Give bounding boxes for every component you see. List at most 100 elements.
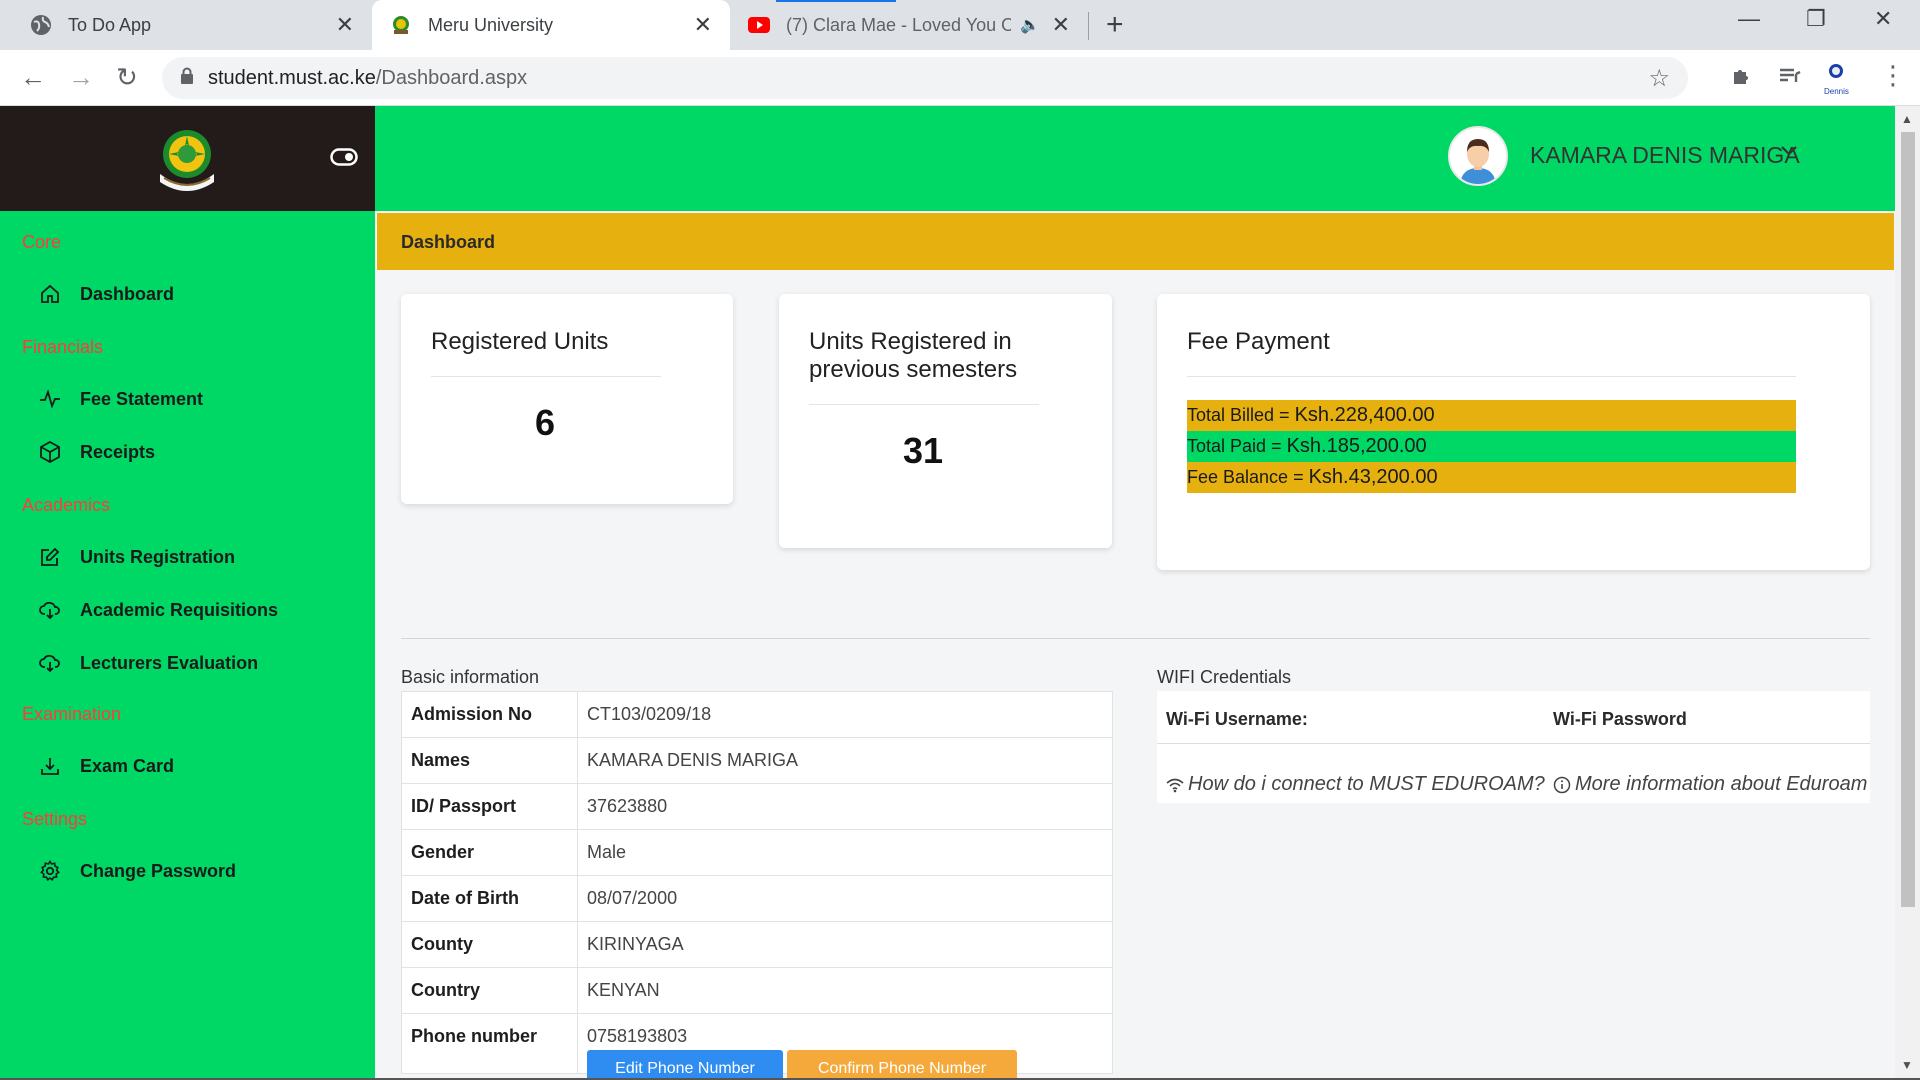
table-row: County KIRINYAGA: [401, 921, 1113, 968]
sidebar-section-academics: Academics: [22, 495, 111, 515]
page-scrollbar[interactable]: ▲ ▼: [1895, 106, 1920, 1080]
tab-youtube[interactable]: (7) Clara Mae - Loved You Or 🔈 ✕: [730, 0, 1088, 50]
sidebar-item-exam-card[interactable]: Exam Card: [38, 754, 174, 778]
row-value: 37623880: [577, 783, 1113, 830]
wifi-credentials-panel: Wi-Fi Username: Wi-Fi Password How do i …: [1157, 691, 1870, 803]
avatar[interactable]: [1448, 126, 1508, 186]
breadcrumb: Dashboard: [377, 213, 1894, 270]
row-label: Date of Birth: [401, 875, 578, 922]
url-host: student.must.ac.ke: [208, 66, 376, 89]
close-window-button[interactable]: ✕: [1874, 6, 1892, 32]
table-row: Admission No CT103/0209/18: [401, 691, 1113, 738]
row-label: ID/ Passport: [401, 783, 578, 830]
lock-icon[interactable]: [180, 67, 194, 90]
user-name[interactable]: KAMARA DENIS MARIGA: [1530, 142, 1800, 169]
tab-meru-university[interactable]: Meru University ✕: [372, 0, 730, 50]
profile-name: Dennis: [1824, 87, 1849, 96]
bookmark-star-icon[interactable]: ☆: [1648, 64, 1670, 93]
table-row: Country KENYAN: [401, 967, 1113, 1014]
sidebar-item-label: Lecturers Evaluation: [80, 652, 259, 673]
scroll-down-icon[interactable]: ▼: [1901, 1058, 1913, 1072]
back-arrow-icon[interactable]: ←: [20, 62, 46, 93]
page-title: Dashboard: [401, 232, 496, 252]
cloud-download-icon: [38, 651, 62, 675]
university-crest-icon: [390, 14, 412, 36]
sidebar-item-receipts[interactable]: Receipts: [38, 440, 155, 464]
sidebar-item-fee-statement[interactable]: Fee Statement: [38, 387, 203, 411]
scroll-up-icon[interactable]: ▲: [1901, 112, 1913, 126]
tab-title: (7) Clara Mae - Loved You Or: [786, 14, 1011, 35]
wifi-divider: [1157, 743, 1870, 744]
sidebar-item-label: Exam Card: [80, 755, 175, 776]
sidebar-item-label: Change Password: [80, 860, 237, 881]
close-icon[interactable]: ✕: [336, 12, 354, 38]
total-billed-label: Total Billed =: [1187, 405, 1295, 425]
sidebar-section-examination: Examination: [22, 704, 122, 724]
card-title: Units Registered in previous semesters: [809, 328, 1017, 384]
basic-information-heading: Basic information: [401, 667, 540, 687]
row-value: KENYAN: [577, 967, 1113, 1014]
scrollbar-thumb[interactable]: [1901, 132, 1915, 907]
table-row: ID/ Passport 37623880: [401, 783, 1113, 830]
basic-information-table: Admission No CT103/0209/18 Names KAMARA DE…: [401, 691, 1113, 1074]
previous-units-count: 31: [903, 430, 944, 471]
card-title-line: Units Registered in: [809, 328, 1012, 355]
eduroam-info-link[interactable]: More information about Eduroam: [1553, 773, 1867, 796]
close-icon[interactable]: ✕: [694, 12, 712, 38]
media-queue-icon[interactable]: [1778, 64, 1802, 95]
youtube-icon: [748, 14, 770, 36]
fee-balance-row: Fee Balance = Ksh.43,200.00: [1187, 462, 1796, 493]
sidebar-item-academic-requisitions[interactable]: Academic Requisitions: [38, 598, 278, 622]
row-label: Admission No: [401, 691, 578, 738]
browser-tab-strip: To Do App ✕ Meru University ✕ (7) Clara …: [0, 0, 1920, 50]
sidebar-item-change-password[interactable]: Change Password: [38, 859, 236, 883]
row-label: Names: [401, 737, 578, 784]
row-label: County: [401, 921, 578, 968]
restore-button[interactable]: ❐: [1806, 6, 1826, 32]
confirm-phone-button[interactable]: Confirm Phone Number: [787, 1050, 1017, 1080]
chevron-down-icon[interactable]: [1780, 136, 1798, 164]
url-text: student.must.ac.ke/Dashboard.aspx: [208, 67, 527, 90]
card-divider: [1187, 376, 1796, 377]
sidebar-section-core: Core: [22, 232, 62, 252]
close-icon[interactable]: ✕: [1052, 12, 1070, 38]
row-value: KIRINYAGA: [577, 921, 1113, 968]
card-divider: [431, 376, 661, 377]
profile-avatar[interactable]: Dennis: [1824, 60, 1849, 96]
tab-title: To Do App: [68, 14, 152, 35]
fee-balance-value: Ksh.43,200.00: [1308, 466, 1438, 488]
browser-toolbar: ← → ↻ student.must.ac.ke/Dashboard.aspx …: [0, 50, 1920, 106]
table-row: Names KAMARA DENIS MARIGA: [401, 737, 1113, 784]
speaker-icon[interactable]: 🔈: [1020, 15, 1040, 35]
globe-icon: [30, 14, 52, 36]
sidebar-item-dashboard[interactable]: Dashboard: [38, 282, 174, 306]
activity-pulse-icon: [38, 387, 62, 411]
forward-arrow-icon[interactable]: →: [68, 62, 94, 93]
row-value: CT103/0209/18: [577, 691, 1113, 738]
sidebar-section-settings: Settings: [22, 809, 88, 829]
sidebar-brand: [0, 106, 375, 211]
address-bar[interactable]: student.must.ac.ke/Dashboard.aspx ☆: [162, 57, 1688, 99]
card-title: Fee Payment: [1187, 328, 1330, 355]
previous-units-card: Units Registered in previous semesters 3…: [779, 294, 1112, 548]
sidebar: Core Dashboard Financials Fee Statement …: [0, 106, 375, 1080]
wifi-username-label: Wi-Fi Username:: [1166, 709, 1308, 729]
sidebar-toggle-icon[interactable]: [330, 148, 358, 171]
row-label: Country: [401, 967, 578, 1014]
card-divider: [809, 404, 1039, 405]
edit-phone-button[interactable]: Edit Phone Number: [587, 1050, 783, 1080]
sidebar-item-units-registration[interactable]: Units Registration: [38, 545, 235, 569]
sidebar-item-label: Units Registration: [80, 546, 236, 567]
chrome-menu-icon[interactable]: ⋮: [1880, 60, 1906, 91]
fee-payment-card: Fee Payment Total Billed = Ksh.228,400.0…: [1157, 294, 1870, 570]
minimize-button[interactable]: —: [1738, 6, 1760, 32]
extensions-puzzle-icon[interactable]: [1730, 64, 1754, 95]
sidebar-item-lecturers-evaluation[interactable]: Lecturers Evaluation: [38, 651, 258, 675]
tab-to-do-app[interactable]: To Do App ✕: [0, 0, 372, 50]
reload-icon[interactable]: ↻: [116, 62, 138, 93]
registered-units-count: 6: [535, 402, 556, 443]
cloud-download-icon: [38, 598, 62, 622]
eduroam-connect-link[interactable]: How do i connect to MUST EDUROAM?: [1166, 773, 1545, 796]
new-tab-button[interactable]: +: [1106, 8, 1124, 42]
fee-balance-label: Fee Balance =: [1187, 467, 1309, 487]
